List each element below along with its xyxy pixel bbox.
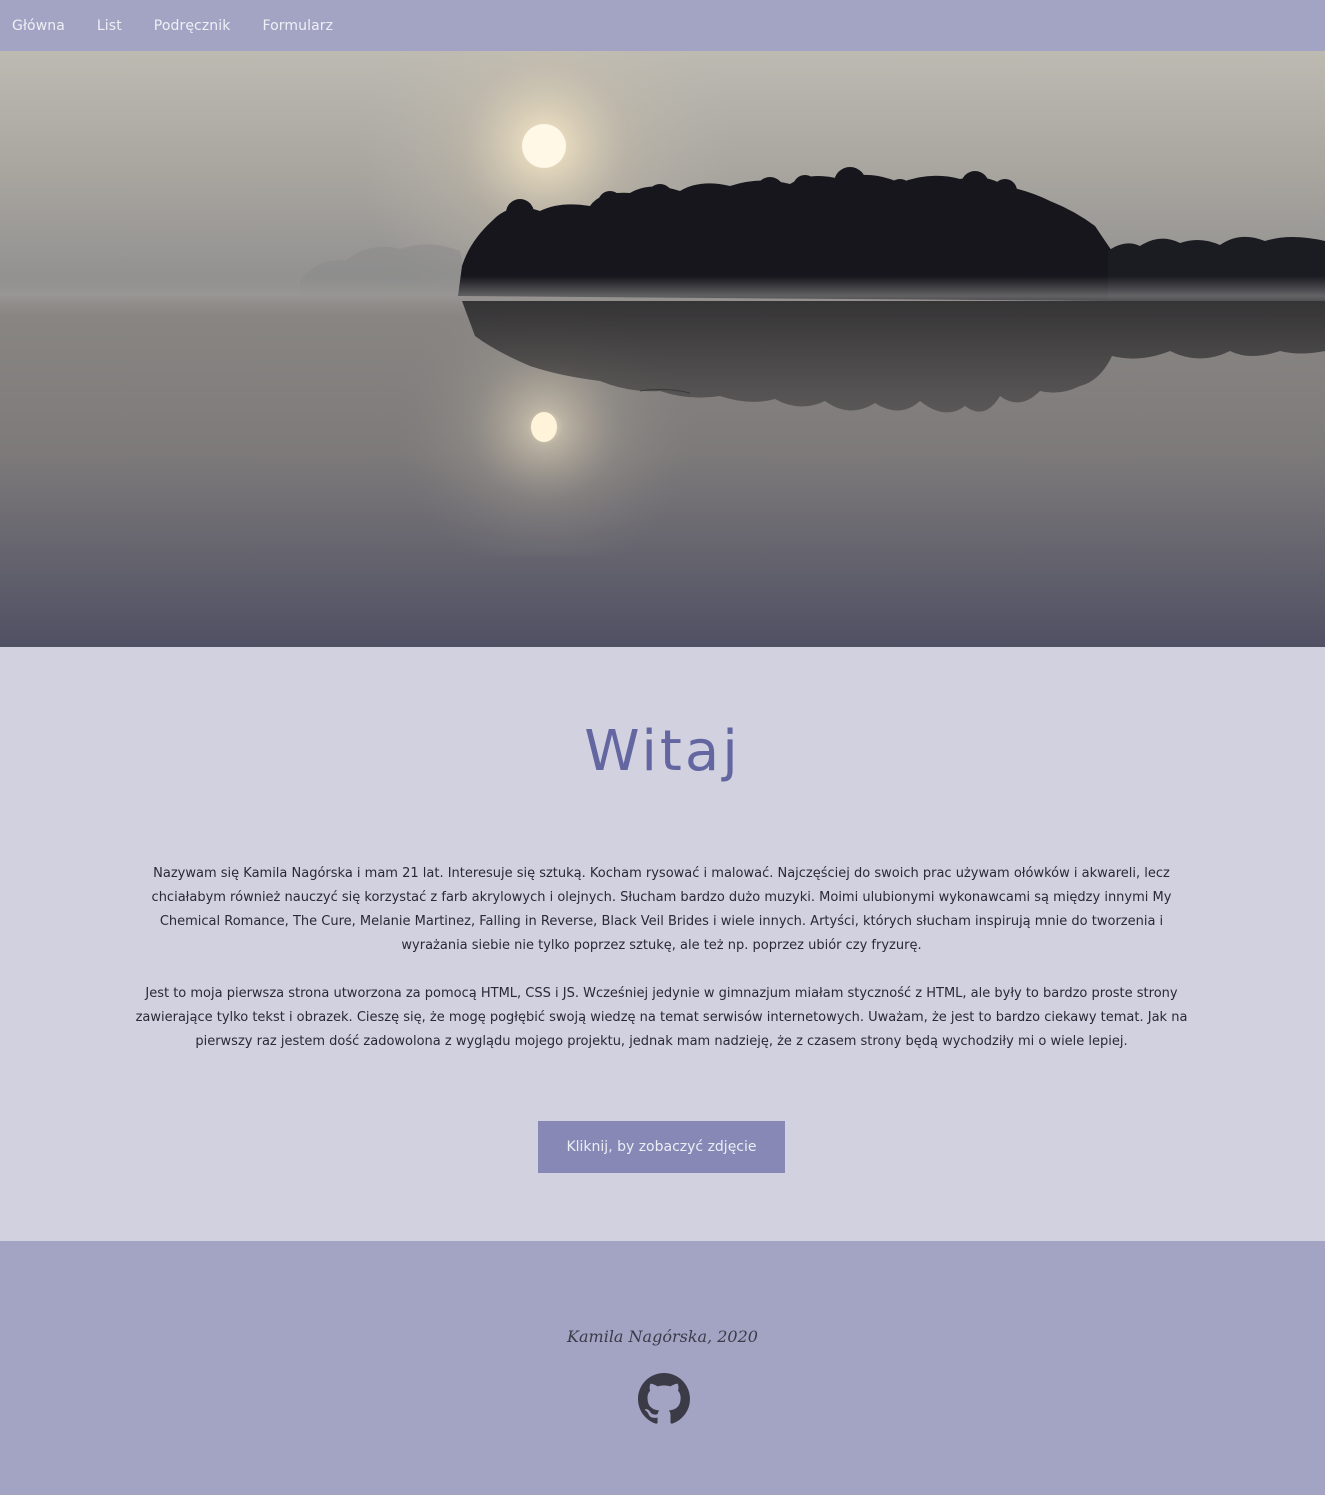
footer-signature: Kamila Nagórska, 2020 (567, 1327, 758, 1346)
nav-link-list[interactable]: List (97, 18, 122, 34)
nav-link-formularz[interactable]: Formularz (262, 18, 333, 34)
nav-link-podrecznik[interactable]: Podręcznik (154, 18, 231, 34)
lake-photo (0, 51, 1325, 647)
nav-link-glowna[interactable]: Główna (12, 18, 65, 34)
hero-image (0, 51, 1325, 647)
intro-paragraph: Nazywam się Kamila Nagórska i mam 21 lat… (151, 866, 1172, 953)
top-navigation: Główna List Podręcznik Formularz (0, 0, 1325, 51)
main-content: Witaj Nazywam się Kamila Nagórska i mam … (0, 647, 1325, 1241)
page-title: Witaj (584, 719, 741, 784)
footer: Kamila Nagórska, 2020 (0, 1241, 1325, 1495)
github-icon[interactable] (638, 1373, 690, 1425)
show-photo-button[interactable]: Kliknij, by zobaczyć zdjęcie (538, 1121, 785, 1173)
project-paragraph: Jest to moja pierwsza strona utworzona z… (135, 986, 1188, 1049)
